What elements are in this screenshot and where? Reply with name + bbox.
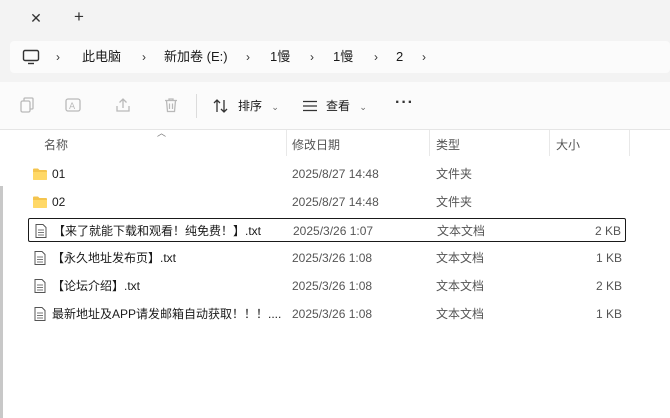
file-name: 【永久地址发布页】.txt: [52, 251, 177, 265]
delete-icon[interactable]: [162, 96, 180, 114]
breadcrumb-chevron-icon[interactable]: ›: [422, 49, 426, 65]
breadcrumb-chevron-icon[interactable]: ›: [142, 49, 146, 65]
file-name: 02: [52, 195, 66, 209]
text-file-icon: [35, 224, 47, 238]
file-date: 2025/3/26 1:08: [292, 279, 373, 293]
share-icon[interactable]: [114, 96, 132, 114]
sort-ascending-icon: ︿: [157, 128, 167, 138]
breadcrumb-item-folder-1[interactable]: 1慢: [270, 49, 290, 65]
file-type: 文本文档: [437, 224, 486, 238]
column-header-size[interactable]: 大小: [556, 136, 580, 153]
more-options-button[interactable]: ···: [395, 94, 414, 112]
column-divider[interactable]: [286, 130, 287, 156]
file-list: ︿ 名称 修改日期 类型 大小 01 2025/8/27 14:48 文件夹 0…: [0, 128, 670, 418]
file-size: 2 KB: [595, 279, 622, 293]
breadcrumb-chevron-icon[interactable]: ›: [246, 49, 250, 65]
close-tab-button[interactable]: ✕: [26, 8, 46, 28]
file-date: 2025/8/27 14:48: [292, 195, 379, 209]
folder-icon: [33, 196, 47, 208]
sort-button[interactable]: 排序 ⌄: [238, 96, 279, 116]
file-date: 2025/3/26 1:08: [292, 251, 373, 265]
file-date: 2025/8/27 14:48: [292, 167, 379, 181]
chevron-down-icon: ⌄: [271, 102, 279, 112]
column-header-name[interactable]: 名称: [44, 136, 68, 153]
column-divider[interactable]: [629, 130, 630, 156]
file-type: 文件夹: [436, 195, 473, 209]
file-size: 2 KB: [594, 224, 621, 238]
file-name: 01: [52, 167, 66, 181]
view-button[interactable]: 查看 ⌄: [326, 96, 367, 116]
file-size: 1 KB: [595, 307, 622, 321]
text-file-icon: [34, 307, 46, 321]
tab-bar: ✕ +: [0, 0, 670, 36]
file-type: 文本文档: [436, 251, 485, 265]
breadcrumb-item-this-pc[interactable]: 此电脑: [82, 49, 121, 65]
toolbar-divider: [196, 94, 197, 118]
new-tab-button[interactable]: +: [69, 7, 89, 27]
navigation-pane-edge: [0, 186, 3, 418]
breadcrumb-chevron-icon[interactable]: ›: [374, 49, 378, 65]
view-label: 查看: [326, 99, 351, 113]
column-divider[interactable]: [549, 130, 550, 156]
breadcrumb-item-current[interactable]: 2: [396, 49, 403, 65]
breadcrumb-chevron-icon[interactable]: ›: [56, 49, 60, 65]
file-name: 【来了就能下载和观看！纯免费！】.txt: [53, 224, 262, 238]
address-bar[interactable]: › 此电脑 › 新加卷 (E:) › 1慢 › 1慢 › 2 ›: [10, 41, 670, 73]
file-name: 最新地址及APP请发邮箱自动获取！！！....: [52, 307, 282, 321]
chevron-down-icon: ⌄: [359, 102, 367, 112]
file-size: 1 KB: [595, 251, 622, 265]
file-date: 2025/3/26 1:07: [293, 224, 374, 238]
breadcrumb-item-drive[interactable]: 新加卷 (E:): [164, 49, 228, 65]
breadcrumb-chevron-icon[interactable]: ›: [310, 49, 314, 65]
computer-icon: [22, 49, 40, 65]
column-divider[interactable]: [429, 130, 430, 156]
list-item-selected[interactable]: 【来了就能下载和观看！纯免费！】.txt 2025/3/26 1:07 文本文档…: [28, 218, 626, 242]
list-item[interactable]: 【永久地址发布页】.txt 2025/3/26 1:08 文本文档 1 KB: [28, 246, 626, 270]
sort-icon[interactable]: [212, 97, 230, 115]
sort-label: 排序: [238, 99, 263, 113]
svg-text:A: A: [69, 102, 76, 112]
column-header-date[interactable]: 修改日期: [292, 136, 340, 153]
breadcrumb-item-folder-2[interactable]: 1慢: [333, 49, 353, 65]
view-icon[interactable]: [301, 97, 319, 115]
list-item[interactable]: 02 2025/8/27 14:48 文件夹: [28, 190, 626, 214]
file-date: 2025/3/26 1:08: [292, 307, 373, 321]
list-item[interactable]: 【论坛介绍】.txt 2025/3/26 1:08 文本文档 2 KB: [28, 274, 626, 298]
text-file-icon: [34, 279, 46, 293]
column-header-type[interactable]: 类型: [436, 136, 460, 153]
command-bar: A 排序 ⌄ 查看 ⌄ ···: [0, 82, 670, 130]
list-item[interactable]: 最新地址及APP请发邮箱自动获取！！！.... 2025/3/26 1:08 文…: [28, 302, 626, 326]
file-type: 文件夹: [436, 167, 473, 181]
address-row: › 此电脑 › 新加卷 (E:) › 1慢 › 1慢 › 2 ›: [0, 36, 670, 82]
file-name: 【论坛介绍】.txt: [52, 279, 141, 293]
rename-icon[interactable]: A: [64, 96, 82, 114]
copy-icon[interactable]: [18, 96, 36, 114]
file-type: 文本文档: [436, 307, 485, 321]
text-file-icon: [34, 251, 46, 265]
folder-icon: [33, 168, 47, 180]
file-type: 文本文档: [436, 279, 485, 293]
list-item[interactable]: 01 2025/8/27 14:48 文件夹: [28, 162, 626, 186]
